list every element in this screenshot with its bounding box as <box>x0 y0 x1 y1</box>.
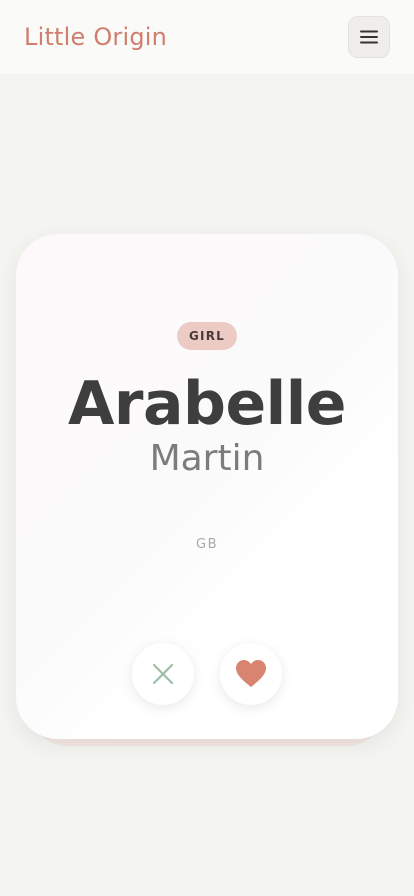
gender-badge: GIRL <box>177 322 237 350</box>
hamburger-menu-icon <box>360 30 378 44</box>
close-icon <box>152 663 174 685</box>
reject-button[interactable] <box>132 643 194 705</box>
heart-icon <box>236 660 266 687</box>
first-name: Arabelle <box>68 369 346 439</box>
app-header: Little Origin <box>0 0 414 74</box>
last-name: Martin <box>149 438 265 479</box>
brand-logo[interactable]: Little Origin <box>24 20 167 54</box>
name-card[interactable] <box>16 234 398 739</box>
like-button[interactable] <box>220 643 282 705</box>
menu-button[interactable] <box>348 16 390 58</box>
country-code: GB <box>196 537 218 552</box>
